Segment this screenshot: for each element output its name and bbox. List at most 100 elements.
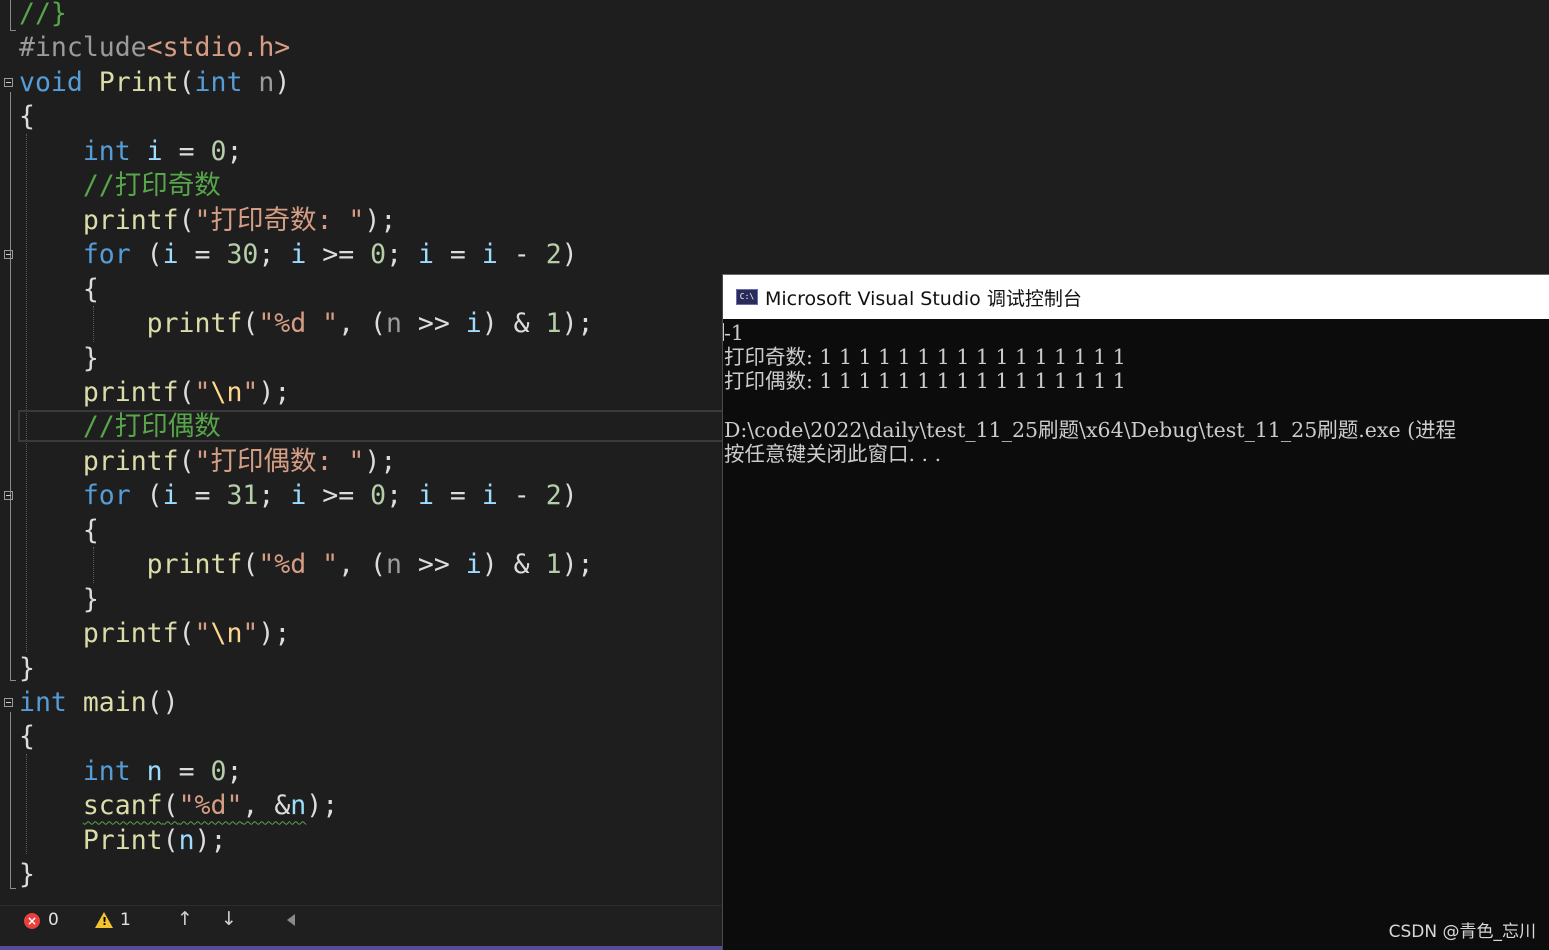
code-token: i (290, 239, 307, 271)
code-token: 1 (545, 308, 562, 340)
code-token: \n (210, 618, 243, 650)
code-token: printf (146, 549, 243, 581)
code-token: i (162, 480, 179, 512)
code-token: ( (178, 376, 195, 408)
code-line[interactable]: //} (19, 0, 67, 31)
code-line[interactable]: int i = 0; (19, 135, 243, 169)
down-arrow-icon[interactable]: ↓ (221, 908, 237, 930)
code-token: i (481, 239, 498, 271)
debug-console-window[interactable]: C:\ Microsoft Visual Studio 调试控制台 -1 打印奇数… (722, 274, 1549, 950)
code-line[interactable]: int main() (19, 686, 179, 720)
editor-status-bar: × 0 ! 1 ↑ ↓ (0, 905, 722, 950)
code-token: ( (162, 790, 179, 822)
code-token: { (19, 273, 99, 305)
code-token: "%d " (258, 549, 339, 581)
code-line[interactable]: { (19, 720, 35, 754)
code-line[interactable]: printf("\n"); (19, 617, 290, 651)
code-token: "%d" (178, 790, 243, 822)
code-line[interactable]: { (19, 100, 35, 134)
scroll-left-icon[interactable] (287, 914, 295, 926)
up-arrow-icon[interactable]: ↑ (177, 908, 193, 930)
warning-count[interactable]: 1 (120, 910, 131, 930)
code-token: ( (242, 549, 259, 581)
code-token: n (386, 308, 402, 340)
code-token: 2 (545, 480, 562, 512)
code-line[interactable]: for (i = 30; i >= 0; i = i - 2) (19, 238, 578, 272)
code-line[interactable]: { (19, 273, 99, 307)
code-line[interactable]: printf("%d ", (n >> i) & 1); (19, 307, 594, 341)
code-line[interactable]: } (19, 583, 99, 617)
code-line[interactable]: for (i = 31; i >= 0; i = i - 2) (19, 479, 578, 513)
code-token: i (481, 480, 498, 512)
code-token: i (418, 239, 434, 271)
collapse-icon[interactable] (4, 698, 13, 707)
code-token: "打印偶数: " (194, 445, 365, 477)
collapse-icon[interactable] (4, 491, 13, 500)
code-token: = (162, 755, 211, 787)
code-token: //} (19, 0, 67, 29)
code-token: >= (306, 480, 371, 512)
console-output-line: -1 (724, 321, 744, 345)
code-line[interactable]: scanf("%d", &n); (19, 789, 338, 823)
code-token: " (242, 618, 259, 650)
code-line[interactable]: { (19, 514, 99, 548)
console-titlebar[interactable]: C:\ Microsoft Visual Studio 调试控制台 (723, 275, 1549, 319)
code-token: ( (130, 239, 163, 271)
code-line[interactable]: Print(n); (19, 824, 227, 858)
code-line[interactable]: //打印偶数 (19, 410, 221, 444)
code-line[interactable]: printf("\n"); (19, 376, 290, 410)
code-token: //打印奇数 (82, 170, 221, 202)
code-token: ; (258, 480, 291, 512)
code-token: >= (306, 239, 371, 271)
code-token: " (242, 376, 259, 408)
code-token: int (194, 66, 243, 98)
code-token: ) (561, 239, 578, 271)
code-line[interactable]: printf("%d ", (n >> i) & 1); (19, 548, 594, 582)
code-token: 0 (210, 135, 227, 167)
error-icon[interactable]: × (24, 913, 40, 929)
code-token: i (465, 549, 482, 581)
code-token: printf (82, 376, 179, 408)
code-token: ); (561, 549, 594, 581)
code-line[interactable]: void Print(int n) (19, 66, 290, 100)
code-token: = (178, 239, 227, 271)
fold-bracket (10, 0, 11, 30)
code-token: { (19, 721, 35, 753)
code-token: printf (146, 308, 243, 340)
code-token: ; (226, 755, 243, 787)
code-token: " (194, 618, 211, 650)
code-line[interactable]: } (19, 342, 99, 376)
collapse-icon[interactable] (4, 250, 13, 259)
collapse-icon[interactable] (4, 78, 13, 87)
code-token: n (258, 66, 275, 98)
code-line[interactable]: #include<stdio.h> (19, 31, 290, 65)
code-line[interactable]: //打印奇数 (19, 169, 221, 203)
code-token: for (82, 239, 131, 271)
code-token: ) & (481, 308, 546, 340)
code-token: n (178, 824, 195, 856)
code-line[interactable]: printf("打印偶数: "); (19, 445, 396, 479)
error-count[interactable]: 0 (48, 910, 59, 930)
code-line[interactable]: printf("打印奇数: "); (19, 204, 396, 238)
console-output-line: 打印偶数: 1 1 1 1 1 1 1 1 1 1 1 1 1 1 1 1 (724, 369, 1126, 394)
code-line[interactable]: int n = 0; (19, 755, 243, 789)
code-editor[interactable]: //} #include<stdio.h> void Print(int n){ i… (0, 0, 722, 905)
code-token: ); (364, 445, 397, 477)
warning-icon[interactable]: ! (95, 912, 113, 928)
code-token: 0 (370, 480, 387, 512)
code-line[interactable]: } (19, 858, 35, 892)
code-token: \n (210, 376, 243, 408)
code-token: int (19, 687, 67, 718)
code-token: for (82, 480, 131, 512)
code-line[interactable]: } (19, 652, 35, 686)
code-token: 2 (545, 239, 562, 271)
